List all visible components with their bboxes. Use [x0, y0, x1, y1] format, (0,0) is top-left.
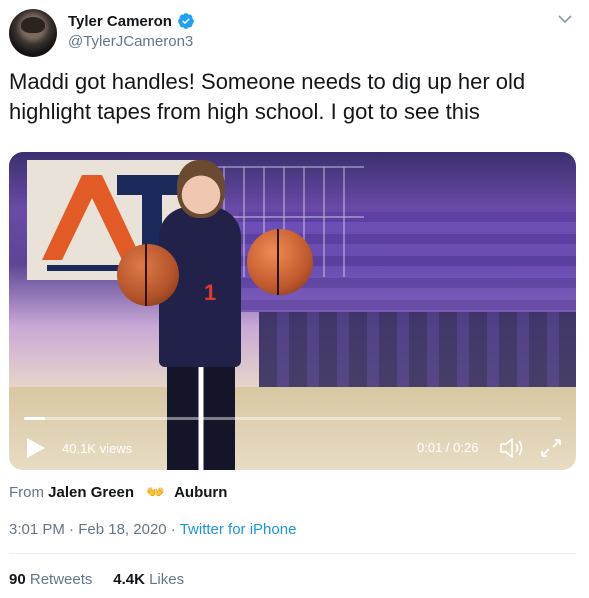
tweet-timestamp: 3:01 PM · Feb 18, 2020 · Twitter for iPh…: [9, 521, 296, 538]
chevron-down-icon[interactable]: [558, 14, 572, 24]
verified-badge-icon: [178, 13, 194, 29]
tweet-date[interactable]: Feb 18, 2020: [78, 521, 166, 538]
video-timecode: 0:01 / 0:26: [417, 440, 479, 455]
view-count: 40.1K views: [62, 441, 133, 456]
jersey-number-graphic: 1: [204, 280, 217, 305]
author-handle[interactable]: @TylerJCameron3: [68, 33, 193, 50]
retweets-count: 90: [9, 571, 26, 588]
from-label: From: [9, 484, 44, 501]
attribution-user-link[interactable]: Jalen Green: [48, 484, 134, 501]
media-attribution: From Jalen Green 👐 Auburn: [9, 483, 227, 501]
separator-dot: ·: [69, 521, 75, 538]
tweet-text: Maddi got handles! Someone needs to dig …: [9, 69, 526, 124]
likes-stat[interactable]: 4.4K Likes: [113, 571, 184, 588]
fullscreen-icon[interactable]: [539, 437, 563, 459]
attribution-school: Auburn: [174, 484, 228, 501]
basketball-court: [9, 387, 576, 470]
video-player[interactable]: 1 40.1K views 0:01 / 0:26: [9, 152, 576, 470]
basketball-right: [247, 229, 313, 295]
avatar[interactable]: [9, 9, 57, 57]
divider: [9, 553, 576, 554]
retweets-stat[interactable]: 90 Retweets: [9, 571, 97, 588]
likes-label: Likes: [149, 571, 185, 588]
player-head: [177, 160, 225, 218]
play-icon[interactable]: [25, 437, 47, 459]
likes-count: 4.4K: [113, 571, 145, 588]
volume-icon[interactable]: [498, 436, 526, 460]
open-hands-emoji: 👐: [146, 484, 165, 501]
author-name[interactable]: Tyler Cameron: [68, 13, 172, 30]
video-progress-track[interactable]: [24, 417, 561, 420]
tweet-client-link[interactable]: Twitter for iPhone: [180, 521, 297, 538]
tweet-time[interactable]: 3:01 PM: [9, 521, 65, 538]
player-legs: [167, 362, 235, 470]
basketball-left: [117, 244, 179, 306]
video-progress-fill: [24, 417, 46, 420]
tweet-stats: 90 Retweets 4.4K Likes: [9, 571, 184, 588]
separator-dot: ·: [170, 521, 176, 538]
retweets-label: Retweets: [29, 571, 93, 588]
